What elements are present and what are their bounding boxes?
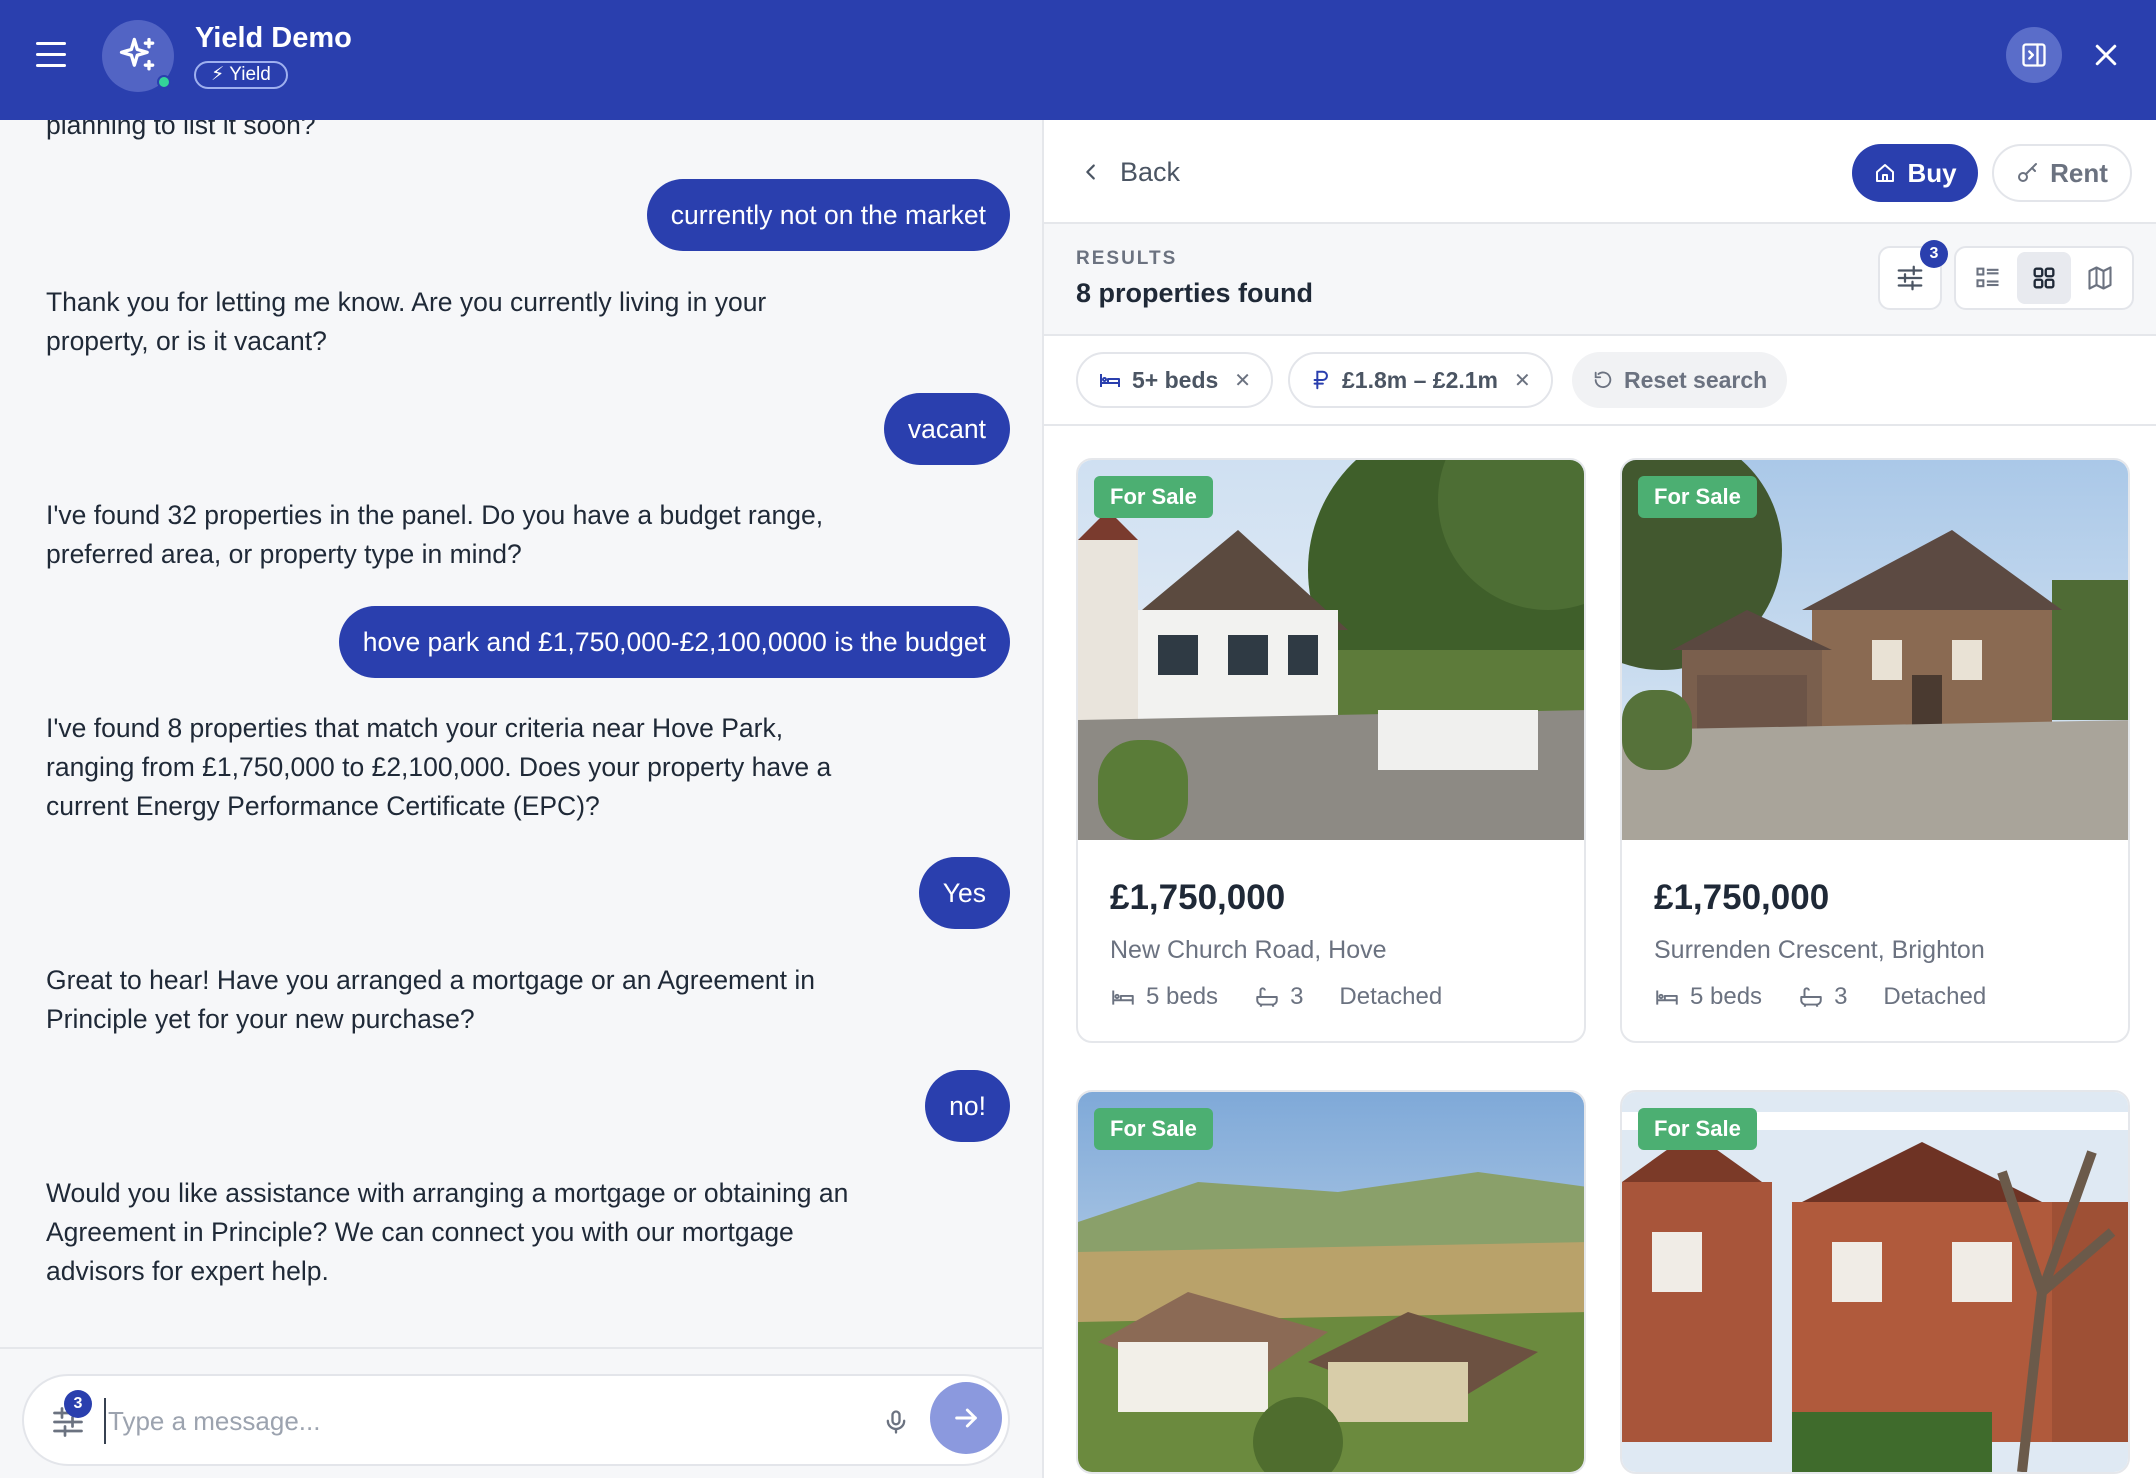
user-message: no! [925, 1070, 1010, 1142]
currency-icon [1313, 370, 1328, 390]
rent-label: Rent [2050, 157, 2108, 188]
property-beds: 5 beds [1146, 983, 1219, 1010]
property-photo: For Sale [1078, 460, 1584, 840]
panel-toggle-button[interactable] [2006, 27, 2062, 83]
property-meta: 5 beds 3 Detached [1654, 983, 2096, 1011]
bath-icon [1256, 987, 1278, 1008]
active-filters: 5+ beds ✕ £1.8m – £2.1m ✕ Reset search [1044, 336, 2156, 426]
grid-view-icon [2033, 267, 2055, 289]
buy-label: Buy [1907, 157, 1957, 188]
message-input[interactable] [104, 1398, 864, 1444]
property-baths: 3 [1834, 983, 1848, 1010]
user-message: vacant [883, 393, 1010, 465]
message-composer: 3 [22, 1374, 1010, 1466]
app-badge: ⚡ Yield [194, 61, 288, 89]
property-baths: 3 [1290, 983, 1304, 1010]
grid-view-button[interactable] [2017, 252, 2071, 304]
results-count: 8 properties found [1076, 278, 1314, 308]
filter-chip-beds[interactable]: 5+ beds ✕ [1076, 352, 1274, 408]
sparkles-icon [119, 37, 155, 71]
app-header: Yield Demo ⚡ Yield [0, 0, 2156, 120]
property-meta: 5 beds 3 Detached [1110, 983, 1552, 1011]
property-beds: 5 beds [1690, 983, 1763, 1010]
close-icon [2095, 44, 2117, 66]
map-icon [2088, 266, 2112, 290]
user-message: hove park and £1,750,000-£2,100,0000 is … [338, 606, 1010, 678]
property-photo: For Sale [1078, 1092, 1584, 1472]
panel-toggle-icon [2022, 43, 2046, 67]
results-label: RESULTS [1076, 248, 1178, 269]
online-status-dot [157, 75, 171, 89]
rent-button[interactable]: Rent [1992, 144, 2132, 202]
menu-icon[interactable] [36, 42, 68, 70]
microphone-button[interactable] [876, 1402, 916, 1442]
bed-icon [1656, 990, 1678, 1005]
user-message: Yes [918, 857, 1010, 929]
reset-search-button[interactable]: Reset search [1572, 352, 1788, 408]
microphone-icon [886, 1410, 906, 1434]
map-view-button[interactable] [2073, 252, 2127, 304]
listing-status-badge: For Sale [1638, 1108, 1757, 1150]
property-type: Detached [1339, 983, 1443, 1010]
bot-message: planning to list it soon? [46, 120, 316, 140]
bot-message: I've found 8 properties that match your … [46, 713, 832, 821]
chat-footer: 3 [0, 1347, 1042, 1478]
listing-status-badge: For Sale [1094, 476, 1213, 518]
listing-status-badge: For Sale [1094, 1108, 1213, 1150]
list-view-button[interactable] [1961, 252, 2015, 304]
property-card[interactable]: For Sale [1076, 1090, 1586, 1474]
property-photo: For Sale [1622, 1092, 2128, 1472]
filter-chip-label: 5+ beds [1132, 366, 1219, 393]
bot-message: I've found 32 properties in the panel. D… [46, 500, 824, 569]
bot-message: Would you like assistance with arranging… [46, 1178, 849, 1286]
property-details: £1,750,000 Surrenden Crescent, Brighton … [1622, 840, 2128, 1041]
panel-topbar: Back Buy Rent [1044, 120, 2156, 224]
filter-count-badge: 3 [64, 1390, 92, 1418]
back-button[interactable]: Back [1080, 154, 1180, 190]
property-price: £1,750,000 [1654, 878, 1830, 917]
property-card[interactable]: For Sale [1620, 1090, 2130, 1474]
remove-filter-icon[interactable]: ✕ [1234, 368, 1251, 393]
bath-icon [1800, 987, 1822, 1008]
property-panel: Back Buy Rent RESULTS 8 properties found… [1044, 120, 2156, 1478]
chevron-left-icon [1086, 164, 1095, 180]
bot-message: Great to hear! Have you arranged a mortg… [46, 965, 815, 1034]
send-button[interactable] [930, 1382, 1002, 1454]
view-mode-toggle [1954, 246, 2134, 310]
results-bar: RESULTS 8 properties found 3 [1044, 224, 2156, 336]
user-message: currently not on the market [646, 179, 1010, 251]
remove-filter-icon[interactable]: ✕ [1514, 368, 1531, 393]
property-details: £1,750,000 New Church Road, Hove 5 beds … [1078, 840, 1584, 1041]
bot-message: Thank you for letting me know. Are you c… [46, 287, 767, 356]
property-photo: For Sale [1622, 460, 2128, 840]
filter-count-badge: 3 [1920, 240, 1948, 268]
listing-status-badge: For Sale [1638, 476, 1757, 518]
filter-chip-price[interactable]: £1.8m – £2.1m ✕ [1288, 352, 1553, 408]
reset-icon [1594, 371, 1612, 389]
key-icon [2018, 163, 2038, 182]
property-card[interactable]: For Sale £1,750,000 Surrenden Crescent, … [1620, 458, 2130, 1043]
property-price: £1,750,000 [1110, 878, 1286, 917]
home-icon [1876, 164, 1895, 182]
close-button[interactable] [2078, 27, 2134, 83]
chat-panel: planning to list it soon? currently not … [0, 120, 1042, 1478]
filter-chip-label: £1.8m – £2.1m [1342, 366, 1499, 393]
back-label: Back [1120, 156, 1181, 187]
property-address: New Church Road, Hove [1110, 936, 1387, 964]
property-card[interactable]: For Sale £1,750,000 New Church Road, Hov… [1076, 458, 1586, 1043]
arrow-right-icon [955, 1408, 977, 1428]
buy-button[interactable]: Buy [1852, 144, 1978, 202]
filter-sliders-icon [1897, 265, 1923, 291]
bed-icon [1112, 990, 1134, 1005]
bed-icon [1100, 374, 1120, 387]
property-address: Surrenden Crescent, Brighton [1654, 936, 1985, 964]
reset-search-label: Reset search [1624, 366, 1768, 393]
app-title: Yield Demo [195, 22, 352, 54]
list-view-icon [1976, 267, 1999, 288]
property-type: Detached [1883, 983, 1987, 1010]
